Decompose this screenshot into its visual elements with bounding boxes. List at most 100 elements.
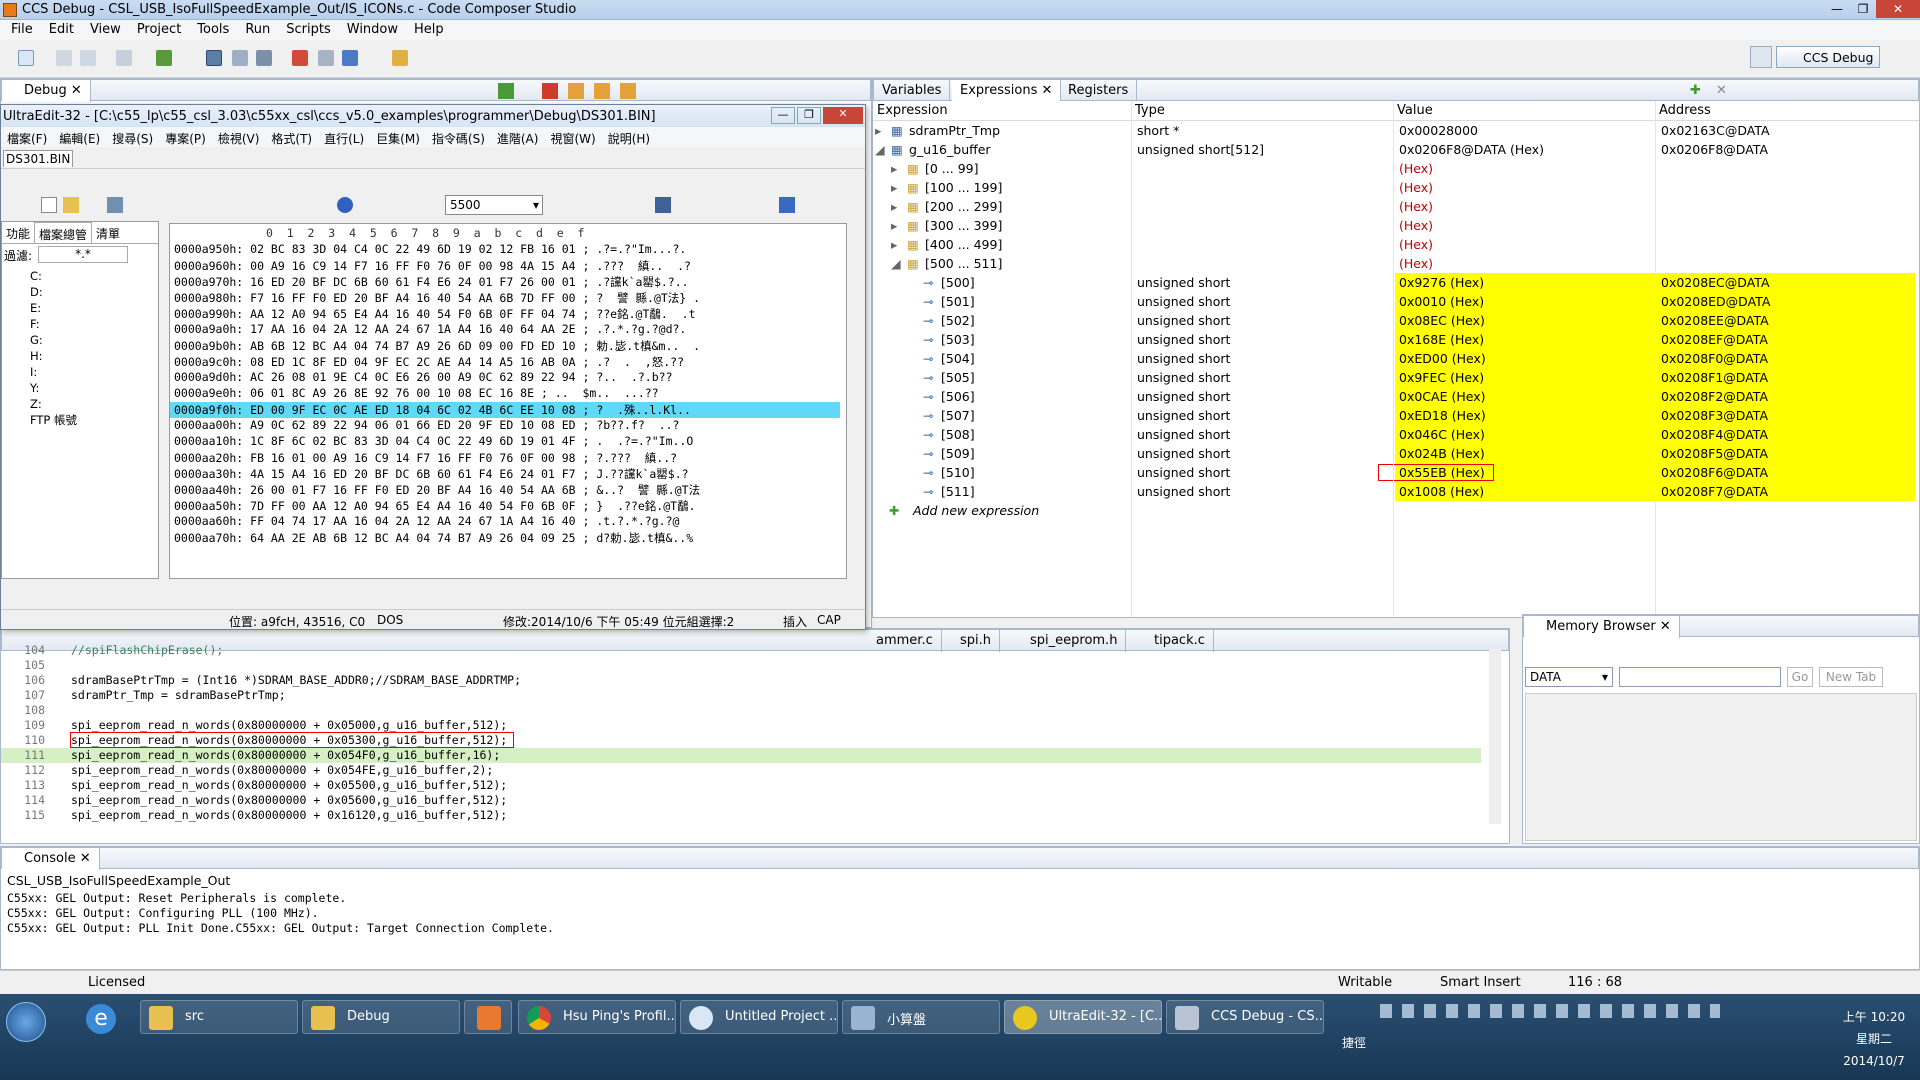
system-clock[interactable]: 上午 10:20 星期二 2014/10/7 bbox=[1836, 1006, 1912, 1072]
code-line[interactable]: 113 spi_eeprom_read_n_words(0x80000000 + … bbox=[1, 778, 1481, 793]
taskbar-ccs[interactable]: CCS Debug - CS... bbox=[1166, 1000, 1324, 1034]
taskbar-ultraedit[interactable]: UltraEdit-32 - [C... bbox=[1004, 1000, 1162, 1034]
expression-value[interactable]: 0x08EC (Hex) bbox=[1399, 313, 1485, 328]
ue-split-icon[interactable] bbox=[779, 197, 795, 213]
taskbar-src[interactable]: src bbox=[140, 1000, 298, 1034]
run-icon[interactable] bbox=[342, 50, 358, 66]
ue-drive-item[interactable]: Z: bbox=[30, 396, 158, 412]
tools-icon[interactable] bbox=[392, 50, 408, 66]
hex-line[interactable]: 0000aa30h: 4A 15 A4 16 ED 20 BF DC 6B 60… bbox=[174, 466, 689, 482]
code-line[interactable]: 114 spi_eeprom_read_n_words(0x80000000 + … bbox=[1, 793, 1481, 808]
maximize-button[interactable]: ❐ bbox=[1850, 0, 1876, 18]
perspective-ccs-debug[interactable]: CCS Debug bbox=[1776, 46, 1880, 68]
ue-menu-macro[interactable]: 巨集(M) bbox=[370, 127, 426, 147]
skip-breakpoints-icon[interactable] bbox=[318, 50, 334, 66]
minimize-button[interactable]: — bbox=[1824, 0, 1850, 18]
expression-row[interactable]: ⊸ [506] unsigned short 0x0CAE (Hex) 0x0208F2… bbox=[873, 387, 1919, 406]
expression-value[interactable]: 0x0CAE (Hex) bbox=[1399, 389, 1485, 404]
tab-memory-browser[interactable]: Memory Browser ✕ bbox=[1524, 616, 1680, 638]
quick-launch-icons[interactable] bbox=[1380, 1004, 1720, 1018]
expression-value[interactable]: 0xED00 (Hex) bbox=[1399, 351, 1486, 366]
ue-goto-combo[interactable]: 5500 ▾ bbox=[445, 195, 543, 215]
hex-line[interactable]: 0000aa40h: 26 00 01 F7 16 FF F0 ED 20 BF… bbox=[174, 482, 700, 498]
ue-menu-search[interactable]: 搜尋(S) bbox=[106, 127, 159, 147]
tab-expressions[interactable]: Expressions ✕ bbox=[952, 80, 1062, 102]
terminate-icon[interactable] bbox=[542, 83, 558, 99]
expression-value[interactable]: 0x1008 (Hex) bbox=[1399, 484, 1484, 499]
ue-drive-item[interactable]: C: bbox=[30, 268, 158, 284]
hex-line[interactable]: 0000a9d0h: AC 26 08 01 9E C4 0C E6 26 00… bbox=[174, 370, 673, 386]
connect-icon[interactable] bbox=[232, 50, 248, 66]
taskbar-untitled-project[interactable]: Untitled Project ... bbox=[680, 1000, 838, 1034]
expression-value[interactable]: 0x0206F8@DATA (Hex) bbox=[1399, 142, 1544, 157]
expression-value[interactable]: (Hex) bbox=[1399, 218, 1433, 233]
ue-drive-item[interactable]: G: bbox=[30, 332, 158, 348]
expand-toggle-icon[interactable]: ▸ bbox=[891, 237, 897, 252]
expression-row[interactable]: ⊸ [511] unsigned short 0x1008 (Hex) 0x0208F7… bbox=[873, 482, 1919, 501]
expression-value[interactable]: 0x046C (Hex) bbox=[1399, 427, 1485, 442]
go-button[interactable]: Go bbox=[1787, 667, 1813, 687]
ue-file-tab[interactable]: DS301.BIN bbox=[3, 150, 74, 167]
ue-browser-icon[interactable] bbox=[337, 197, 353, 213]
expression-row[interactable]: ⊸ [500] unsigned short 0x9276 (Hex) 0x0208EC… bbox=[873, 273, 1919, 292]
hex-line[interactable]: 0000a960h: 00 A9 16 C9 14 F7 16 FF F0 76… bbox=[174, 258, 691, 274]
expression-value[interactable]: 0xED18 (Hex) bbox=[1399, 408, 1486, 423]
memory-page-select[interactable]: DATA ▾ bbox=[1525, 667, 1613, 687]
code-line[interactable]: 111 spi_eeprom_read_n_words(0x80000000 + … bbox=[1, 748, 1481, 763]
ue-save-icon[interactable] bbox=[107, 197, 123, 213]
close-button[interactable]: ✕ bbox=[1876, 0, 1920, 18]
open-icon[interactable] bbox=[116, 50, 132, 66]
memory-address-input[interactable] bbox=[1619, 667, 1781, 687]
step-over-icon[interactable] bbox=[594, 83, 610, 99]
ue-menu-window[interactable]: 視窗(W) bbox=[544, 127, 601, 147]
expression-value[interactable]: (Hex) bbox=[1399, 237, 1433, 252]
expression-value[interactable]: (Hex) bbox=[1399, 256, 1433, 271]
ue-menu-project[interactable]: 專案(P) bbox=[159, 127, 212, 147]
save-icon[interactable] bbox=[56, 50, 72, 66]
col-value[interactable]: Value bbox=[1397, 103, 1433, 118]
menu-tools[interactable]: Tools bbox=[190, 20, 236, 40]
ue-menu-column[interactable]: 直行(L) bbox=[318, 127, 370, 147]
expression-row[interactable]: ⊸ [510] unsigned short 0x55EB (Hex) 0x0208F6… bbox=[873, 463, 1919, 482]
ue-maximize-button[interactable]: ❐ bbox=[797, 107, 821, 124]
ue-drive-item[interactable]: F: bbox=[30, 316, 158, 332]
expression-row[interactable]: ◢ ▦ [500 ... 511] (Hex) bbox=[873, 254, 1919, 273]
menu-help[interactable]: Help bbox=[407, 20, 451, 40]
hex-line[interactable]: 0000aa50h: 7D FF 00 AA 12 A0 94 65 E4 A4… bbox=[174, 498, 696, 514]
expression-row[interactable]: ⊸ [507] unsigned short 0xED18 (Hex) 0x0208F3… bbox=[873, 406, 1919, 425]
expression-row[interactable]: ◢ ▦ g_u16_buffer unsigned short[512] 0x0206F… bbox=[873, 140, 1919, 159]
taskbar-media[interactable] bbox=[464, 1000, 512, 1034]
menu-file[interactable]: File bbox=[4, 20, 40, 40]
expression-row[interactable]: ⊸ [504] unsigned short 0xED00 (Hex) 0x0208F0… bbox=[873, 349, 1919, 368]
expression-row[interactable]: ⊸ [505] unsigned short 0x9FEC (Hex) 0x0208F1… bbox=[873, 368, 1919, 387]
expression-row[interactable]: ▸ ▦ [100 ... 199] (Hex) bbox=[873, 178, 1919, 197]
tab-variables[interactable]: Variables bbox=[874, 80, 951, 102]
ue-find-icon[interactable] bbox=[655, 197, 671, 213]
expression-value[interactable]: (Hex) bbox=[1399, 199, 1433, 214]
expand-toggle-icon[interactable]: ▸ bbox=[891, 199, 897, 214]
ue-menu-help[interactable]: 說明(H) bbox=[602, 127, 656, 147]
code-area[interactable]: 104 //spiFlashChipErase(); 105 106 sdramBase… bbox=[1, 639, 1481, 829]
code-line[interactable]: 105 bbox=[1, 658, 1481, 673]
internet-explorer-icon[interactable]: e bbox=[86, 1004, 116, 1034]
step-into-icon[interactable] bbox=[568, 83, 584, 99]
expand-toggle-icon[interactable]: ◢ bbox=[891, 256, 901, 271]
taskbar-debug[interactable]: Debug bbox=[302, 1000, 460, 1034]
expression-row[interactable]: ▸ ▦ [400 ... 499] (Hex) bbox=[873, 235, 1919, 254]
expression-value[interactable]: 0x024B (Hex) bbox=[1399, 446, 1485, 461]
build-icon[interactable] bbox=[156, 50, 172, 66]
ue-drive-item[interactable]: D: bbox=[30, 284, 158, 300]
hex-line[interactable]: 0000a9f0h: ED 00 9F EC 0C AE ED 18 04 6C… bbox=[170, 402, 840, 418]
expression-value[interactable]: 0x00028000 bbox=[1399, 123, 1478, 138]
expression-value[interactable]: (Hex) bbox=[1399, 180, 1433, 195]
ue-side-tab-list[interactable]: 清單 bbox=[92, 222, 124, 243]
menu-view[interactable]: View bbox=[83, 20, 128, 40]
hex-line[interactable]: 0000a980h: F7 16 FF F0 ED 20 BF A4 16 40… bbox=[174, 290, 700, 306]
expression-row[interactable]: ▸ ▦ [300 ... 399] (Hex) bbox=[873, 216, 1919, 235]
step-return-icon[interactable] bbox=[620, 83, 636, 99]
hex-line[interactable]: 0000a970h: 16 ED 20 BF DC 6B 60 61 F4 E6… bbox=[174, 274, 689, 290]
tab-debug[interactable]: Debug ✕ bbox=[2, 80, 91, 102]
ue-menu-script[interactable]: 指令碼(S) bbox=[426, 127, 491, 147]
ue-side-tab-explorer[interactable]: 檔案總管 bbox=[34, 222, 93, 243]
ime-shortcut[interactable]: 捷徑 bbox=[1342, 1034, 1366, 1051]
